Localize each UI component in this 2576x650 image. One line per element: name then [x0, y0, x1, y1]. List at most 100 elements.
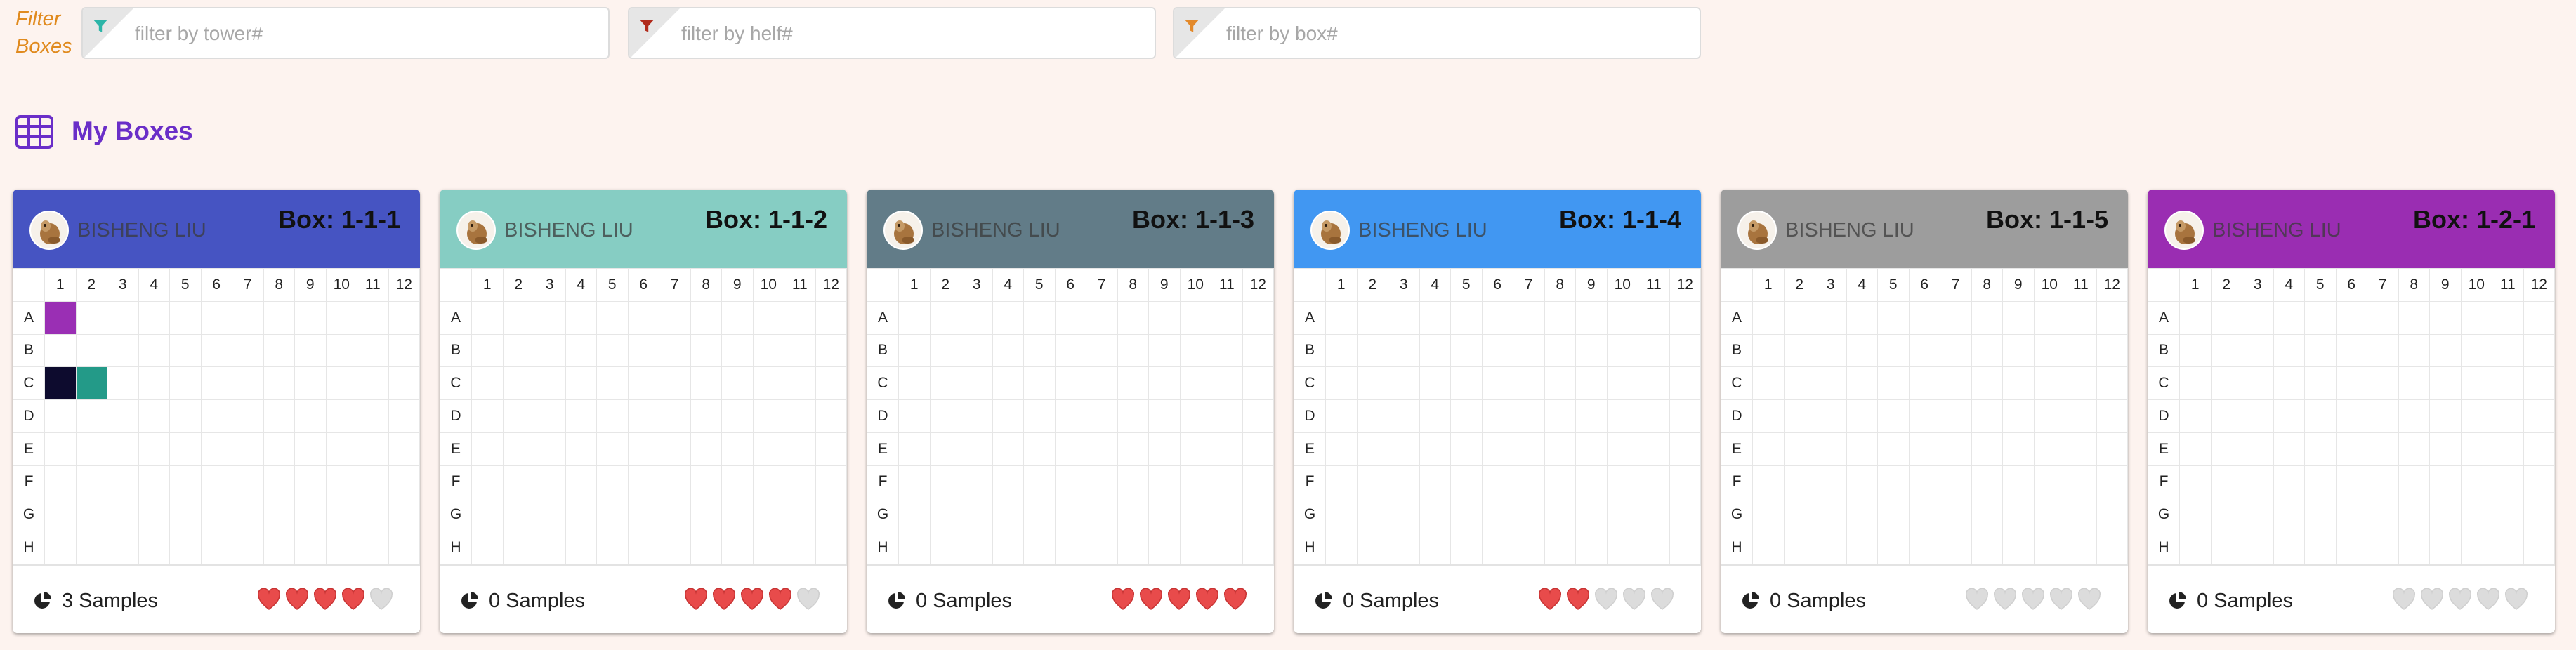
box-slot[interactable] [534, 498, 566, 532]
box-slot[interactable] [534, 366, 566, 401]
box-slot[interactable] [929, 333, 961, 368]
box-slot[interactable] [2179, 300, 2212, 335]
box-slot[interactable] [1908, 399, 1940, 433]
box-slot[interactable] [1054, 366, 1086, 401]
box-slot[interactable] [1544, 399, 1576, 433]
box-slot[interactable] [1815, 333, 1847, 368]
box-slot[interactable] [2002, 432, 2035, 466]
box-slot[interactable] [1388, 432, 1420, 466]
box-slot[interactable] [263, 399, 295, 433]
box-slot[interactable] [1513, 333, 1545, 368]
box-slot[interactable] [2210, 432, 2242, 466]
box-slot[interactable] [75, 333, 107, 368]
heart-filled-icon[interactable] [768, 588, 792, 611]
box-slot[interactable] [1908, 531, 1940, 564]
box-slot[interactable] [1513, 399, 1545, 433]
box-slot[interactable] [2273, 432, 2305, 466]
box-slot[interactable] [815, 465, 847, 499]
box-slot[interactable] [1971, 432, 2003, 466]
box-slot[interactable] [1325, 531, 1358, 564]
box-slot[interactable] [961, 366, 993, 401]
box-slot[interactable] [169, 498, 202, 532]
box-slot[interactable] [138, 465, 170, 499]
box-slot[interactable] [232, 432, 264, 466]
box-slot[interactable] [1450, 465, 1483, 499]
box-filter-input[interactable] [1225, 8, 1691, 58]
box-slot[interactable] [44, 399, 77, 433]
box-slot[interactable] [784, 333, 816, 368]
box-slot[interactable] [2273, 498, 2305, 532]
box-slot[interactable] [1117, 432, 1149, 466]
box-slot[interactable] [1940, 366, 1972, 401]
box-slot[interactable] [294, 399, 327, 433]
heart-empty-icon[interactable] [2021, 588, 2045, 611]
box-slot[interactable] [1086, 531, 1118, 564]
box-slot[interactable] [1054, 333, 1086, 368]
box-slot[interactable] [1388, 498, 1420, 532]
box-slot[interactable] [1054, 465, 1086, 499]
box-slot[interactable] [1211, 399, 1243, 433]
box-slot[interactable] [1940, 498, 1972, 532]
box-slot[interactable] [232, 498, 264, 532]
box-slot[interactable] [627, 432, 659, 466]
box-slot[interactable] [357, 399, 389, 433]
box-slot[interactable] [1481, 300, 1513, 335]
box-slot[interactable] [1513, 498, 1545, 532]
box-slot[interactable] [1669, 300, 1701, 335]
box-slot[interactable] [2242, 300, 2274, 335]
box-slot[interactable] [1877, 465, 1910, 499]
box-slot[interactable] [784, 399, 816, 433]
box-slot[interactable] [1179, 300, 1211, 335]
box-slot[interactable] [357, 300, 389, 335]
box-slot[interactable] [294, 531, 327, 564]
box-slot[interactable] [2242, 432, 2274, 466]
box-slot[interactable] [2460, 399, 2492, 433]
box-slot[interactable] [992, 366, 1024, 401]
box-slot[interactable] [2273, 333, 2305, 368]
box-slot[interactable] [232, 300, 264, 335]
box-slot[interactable] [1783, 300, 1815, 335]
heart-empty-icon[interactable] [1622, 588, 1646, 611]
box-slot[interactable] [107, 300, 139, 335]
box-slot[interactable] [1940, 531, 1972, 564]
box-slot[interactable] [471, 498, 504, 532]
box-slot[interactable] [752, 366, 784, 401]
box-slot[interactable] [138, 333, 170, 368]
box-slot[interactable] [752, 465, 784, 499]
box-slot[interactable] [596, 465, 629, 499]
box-slot[interactable] [2273, 300, 2305, 335]
box-slot[interactable] [1023, 432, 1056, 466]
box-slot[interactable] [1148, 531, 1181, 564]
box-slot[interactable] [1179, 465, 1211, 499]
heart-empty-icon[interactable] [796, 588, 820, 611]
box-slot[interactable] [2179, 432, 2212, 466]
heart-empty-icon[interactable] [369, 588, 393, 611]
box-slot[interactable] [2523, 531, 2555, 564]
tower-filter-input[interactable] [133, 8, 600, 58]
box-slot[interactable] [263, 300, 295, 335]
box-slot[interactable] [1783, 399, 1815, 433]
box-slot[interactable] [659, 498, 691, 532]
box-slot[interactable] [2210, 366, 2242, 401]
box-slot[interactable] [1752, 498, 1785, 532]
box-slot[interactable] [232, 333, 264, 368]
heart-filled-icon[interactable] [341, 588, 365, 611]
box-slot[interactable] [1179, 531, 1211, 564]
box-slot[interactable] [2179, 366, 2212, 401]
box-slot[interactable] [107, 366, 139, 401]
box-slot[interactable] [815, 399, 847, 433]
box-slot[interactable] [1971, 366, 2003, 401]
box-slot[interactable] [1356, 498, 1388, 532]
box-slot[interactable] [2367, 399, 2399, 433]
box-slot[interactable] [1638, 465, 1670, 499]
box-slot[interactable] [2335, 300, 2367, 335]
box-slot[interactable] [752, 300, 784, 335]
box-slot[interactable] [2460, 333, 2492, 368]
box-slot[interactable] [263, 531, 295, 564]
box-slot[interactable] [2242, 366, 2274, 401]
box-slot[interactable] [2002, 531, 2035, 564]
box-slot[interactable] [815, 300, 847, 335]
box-slot[interactable] [1242, 498, 1274, 532]
box-slot[interactable] [2065, 366, 2097, 401]
box-slot[interactable] [2335, 531, 2367, 564]
